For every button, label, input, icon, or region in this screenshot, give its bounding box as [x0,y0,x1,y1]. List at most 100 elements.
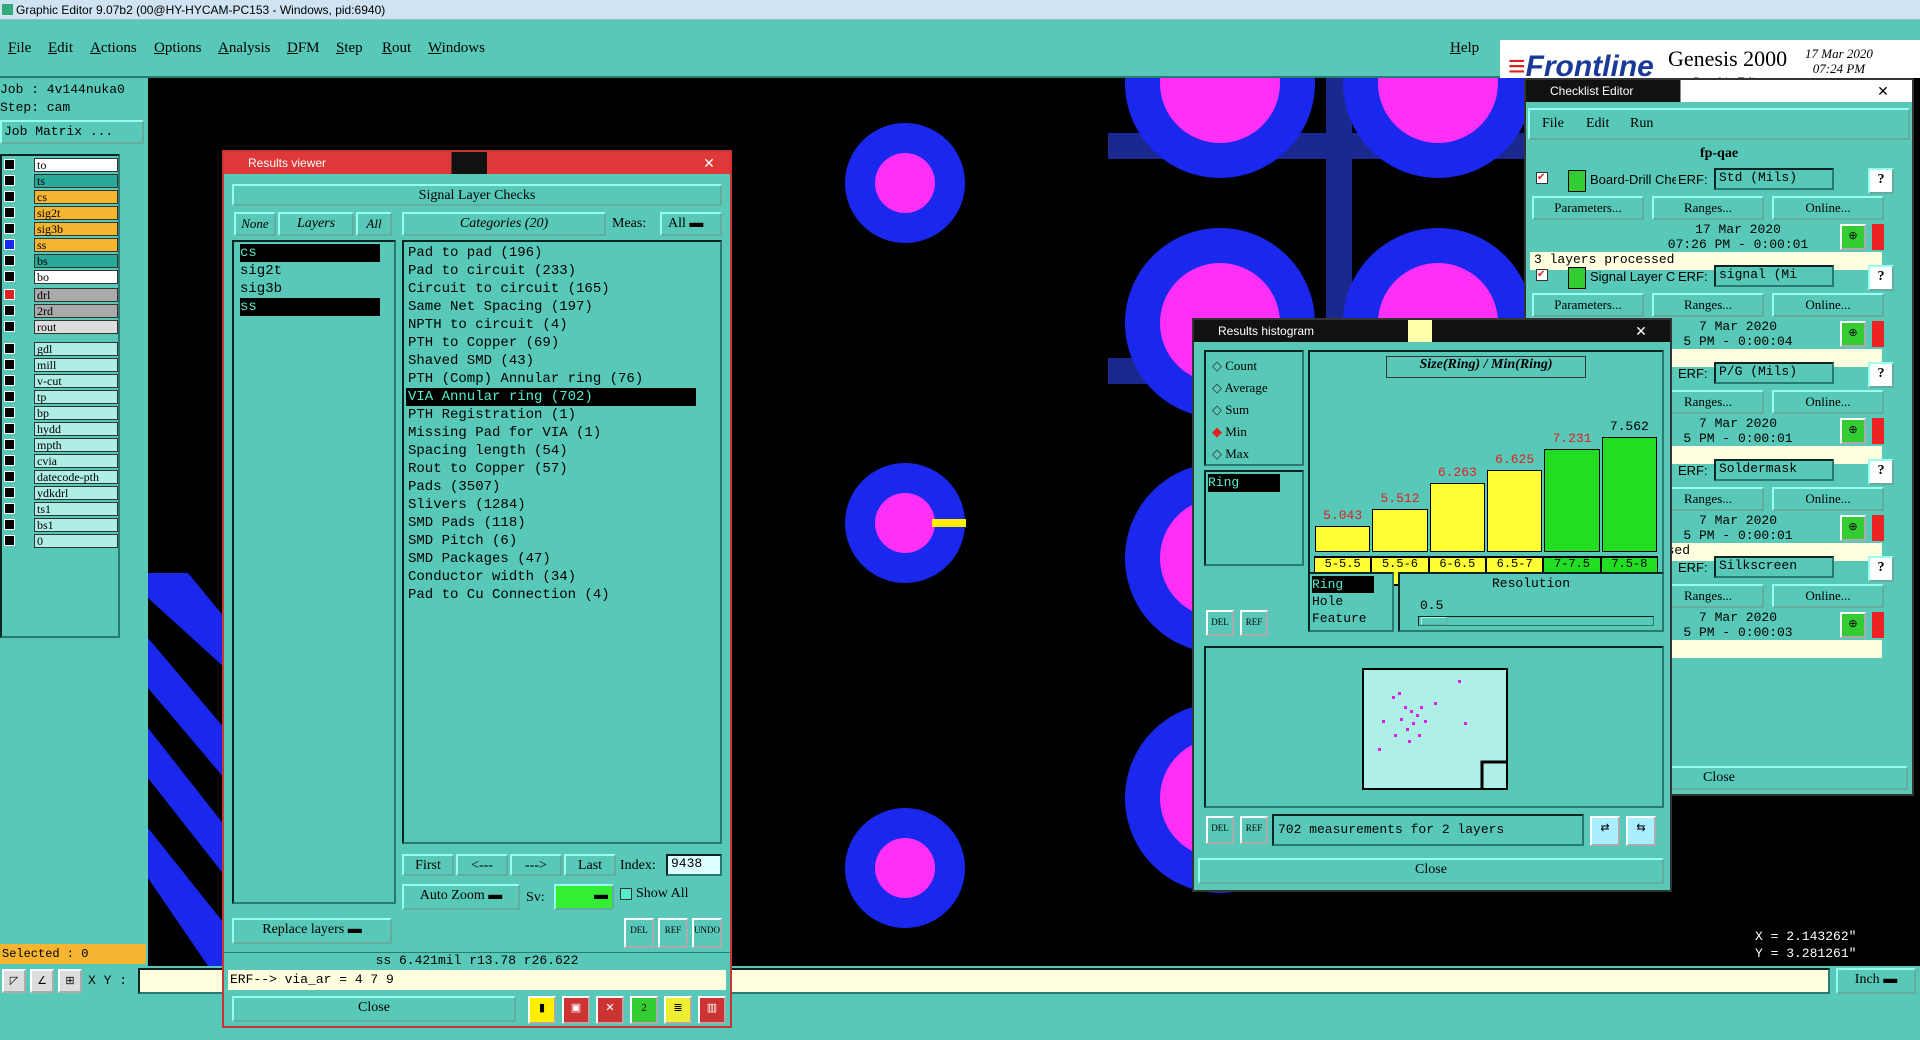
layer-results-list[interactable]: cs sig2t sig3b ss [232,240,396,904]
menu-file[interactable]: File [8,40,31,57]
layer-checkbox[interactable] [4,439,15,450]
all-button[interactable]: All [356,212,392,236]
mode-radio-sum[interactable]: ◇ Sum [1212,402,1249,418]
layer-row-sig3b[interactable]: sig3b [4,222,118,236]
show-all-checkbox[interactable] [620,888,632,900]
checklist-menu-edit[interactable]: Edit [1586,116,1609,132]
mode-radio-max[interactable]: ◇ Max [1212,446,1249,462]
layer-name[interactable]: cs [34,190,118,204]
erf-select[interactable]: P/G (Mils) [1714,362,1834,384]
category-item[interactable]: Circuit to circuit (165) [406,280,696,298]
erf-select[interactable]: Soldermask [1714,459,1834,481]
category-item[interactable]: Pads (3507) [406,478,696,496]
hist-ref-button[interactable]: REF [1240,610,1268,636]
category-item[interactable]: Pad to circuit (233) [406,262,696,280]
layer-name[interactable]: mill [34,358,118,372]
index-input[interactable]: 9438 [666,854,722,876]
checklist-menu-file[interactable]: File [1542,116,1564,132]
layer-checkbox[interactable] [4,255,15,266]
layer-row-datecode-pth[interactable]: datecode-pth [4,470,118,484]
online-button[interactable]: Online... [1772,293,1884,317]
layer-checkbox[interactable] [4,535,15,546]
layer-row-2rd[interactable]: 2rd [4,304,118,318]
parameters-button[interactable]: Parameters... [1532,293,1644,317]
layer-name[interactable]: ts [34,174,118,188]
resolution-slider[interactable] [1418,616,1654,626]
layer-row-mill[interactable]: mill [4,358,118,372]
layer-checkbox[interactable] [4,519,15,530]
categories-button[interactable]: Categories (20) [402,212,606,236]
export-icon[interactable]: ⇄ [1590,816,1620,846]
result-layer-cs[interactable]: cs [240,244,380,262]
layer-name[interactable]: mpth [34,438,118,452]
zoom-icon[interactable]: ⊕ [1840,612,1866,638]
category-item[interactable]: Pad to Cu Connection (4) [406,586,696,604]
ring-list[interactable]: Ring [1204,470,1304,566]
category-item[interactable]: PTH (Comp) Annular ring (76) [406,370,696,388]
category-item[interactable]: PTH to Copper (69) [406,334,696,352]
checklist-menu-run[interactable]: Run [1630,116,1653,132]
item-checkbox[interactable]: ✔ [1536,269,1548,281]
online-button[interactable]: Online... [1772,196,1884,220]
meas-select[interactable]: All ▬ [660,212,722,236]
help-button[interactable]: ? [1868,459,1894,485]
category-item[interactable]: Pad to pad (196) [406,244,696,262]
menu-windows[interactable]: Windows [428,40,485,57]
layer-checkbox[interactable] [4,321,15,332]
layer-checkbox[interactable] [4,423,15,434]
layer-row-0[interactable]: 0 [4,534,118,548]
layer-checkbox[interactable] [4,487,15,498]
param-feature[interactable]: Feature [1312,610,1367,627]
layer-checkbox[interactable] [4,503,15,514]
layer-row-cvia[interactable]: cvia [4,454,118,468]
result-layer-sig3b[interactable]: sig3b [240,280,282,298]
unit-select[interactable]: Inch ▬ [1836,968,1916,994]
layer-row-gdl[interactable]: gdl [4,342,118,356]
ranges-button[interactable]: Ranges... [1652,196,1764,220]
layer-row-v-cut[interactable]: v-cut [4,374,118,388]
online-button[interactable]: Online... [1772,584,1884,608]
layer-checkbox[interactable] [4,343,15,354]
layer-name[interactable]: sig3b [34,222,118,236]
menu-options[interactable]: Options [154,40,202,57]
layer-name[interactable]: bo [34,270,118,284]
grid-tool-icon[interactable]: ⊞ [58,969,82,993]
import-icon[interactable]: ⇆ [1626,816,1656,846]
layer-row-ts1[interactable]: ts1 [4,502,118,516]
category-item[interactable]: Shaved SMD (43) [406,352,696,370]
layer-checkbox[interactable] [4,223,15,234]
layer-name[interactable]: v-cut [34,374,118,388]
layer-checkbox[interactable] [4,375,15,386]
menu-dfm[interactable]: DFM [287,40,320,57]
layer-checkbox[interactable] [4,391,15,402]
erf-select[interactable]: Silkscreen [1714,556,1834,578]
layer-row-ss[interactable]: ss [4,238,118,252]
layer-name[interactable]: datecode-pth [34,470,118,484]
layer-row-ydkdrl[interactable]: ydkdrl [4,486,118,500]
categories-list[interactable]: Pad to pad (196) Pad to circuit (233) Circ… [402,240,722,844]
histogram-bar[interactable] [1429,483,1485,552]
layer-checkbox[interactable] [4,239,15,250]
layer-checkbox[interactable] [4,207,15,218]
layer-row-to[interactable]: to [4,158,118,172]
step-icon[interactable]: 2 [630,996,658,1024]
layer-name[interactable]: to [34,158,118,172]
mode-radio-average[interactable]: ◇ Average [1212,380,1268,396]
parameters-button[interactable]: Parameters... [1532,196,1644,220]
layer-name[interactable]: hydd [34,422,118,436]
help-button[interactable]: ? [1868,265,1894,291]
param-list[interactable]: Ring Hole Feature [1308,572,1394,632]
help-button[interactable]: ? [1868,556,1894,582]
histogram-bar[interactable] [1544,449,1600,552]
histogram-close-button[interactable]: Close [1198,858,1664,884]
ring-item[interactable]: Ring [1208,474,1280,492]
category-item[interactable]: NPTH to circuit (4) [406,316,696,334]
category-item[interactable]: VIA Annular ring (702) [406,388,696,406]
erf-select[interactable]: signal (Mi [1714,265,1834,287]
erf-select[interactable]: Std (Mils) [1714,168,1834,190]
layer-name[interactable]: 0 [34,534,118,548]
histogram-bar[interactable] [1372,509,1428,552]
layer-row-bs[interactable]: bs [4,254,118,268]
layer-name[interactable]: bs1 [34,518,118,532]
last-button[interactable]: Last [564,854,616,876]
